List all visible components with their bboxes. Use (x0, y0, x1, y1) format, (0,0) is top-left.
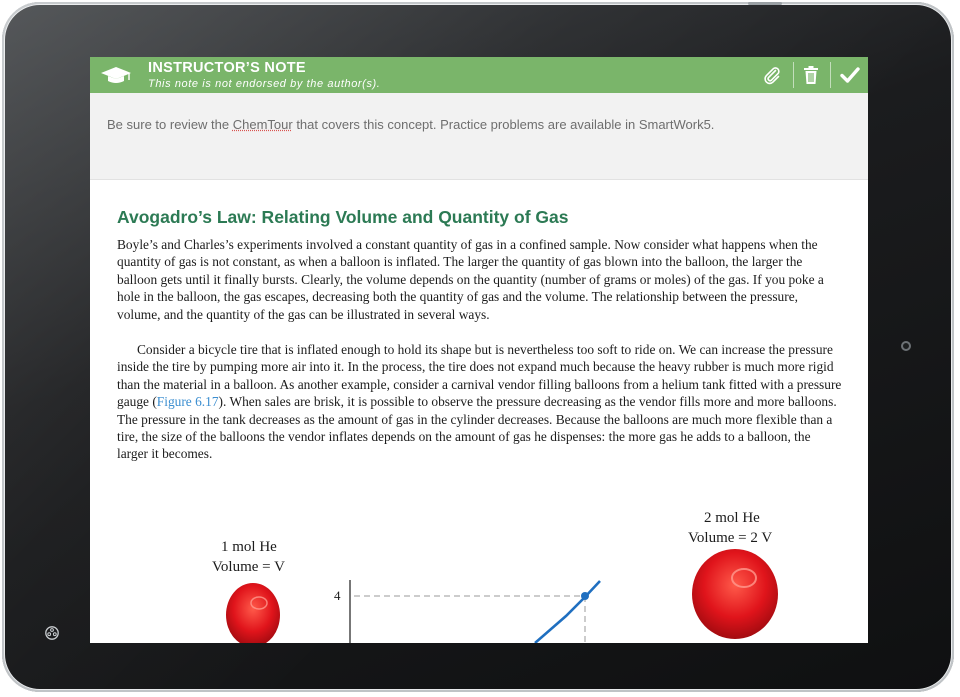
figure-6-17-link[interactable]: Figure 6.17 (157, 394, 219, 409)
screen: INSTRUCTOR’S NOTE This note is not endor… (90, 57, 868, 643)
note-text-part: that covers this concept. Practice probl… (292, 117, 715, 132)
left-moles-label: 1 mol He (221, 539, 277, 555)
volume-vs-moles-graph (349, 580, 601, 643)
camera-icon (901, 341, 911, 351)
chemtour-link[interactable]: ChemTour (233, 117, 293, 132)
note-text-part: Be sure to review the (107, 117, 233, 132)
paragraph-2-text: ). When sales are brisk, it is possible … (117, 394, 837, 462)
tablet-top-button (748, 2, 782, 5)
header-divider (830, 62, 831, 88)
data-point (581, 592, 589, 600)
paperclip-icon (764, 67, 780, 85)
y-axis-tick-label: 4 (334, 588, 341, 603)
attach-button[interactable] (758, 61, 786, 89)
note-title: INSTRUCTOR’S NOTE (148, 60, 306, 76)
delete-button[interactable] (797, 61, 825, 89)
small-balloon (226, 583, 280, 643)
trend-line (534, 580, 601, 643)
trash-icon (804, 66, 818, 84)
left-volume-label: Volume = V (212, 559, 285, 575)
note-subtitle: This note is not endorsed by the author(… (148, 78, 381, 90)
note-text: Be sure to review the ChemTour that cove… (107, 117, 714, 132)
instructor-note-header: INSTRUCTOR’S NOTE This note is not endor… (90, 57, 868, 93)
section-heading: Avogadro’s Law: Relating Volume and Quan… (117, 207, 569, 227)
instructor-note-body: Be sure to review the ChemTour that cove… (90, 93, 868, 180)
right-volume-label: Volume = 2 V (688, 530, 773, 546)
paragraph-1: Boyle’s and Charles’s experiments involv… (117, 237, 824, 322)
header-divider (793, 62, 794, 88)
home-button-icon[interactable] (44, 625, 60, 641)
confirm-button[interactable] (836, 61, 864, 89)
right-moles-label: 2 mol He (704, 510, 760, 526)
checkmark-icon (840, 67, 860, 83)
paragraph-2: Consider a bicycle tire that is inflated… (117, 341, 842, 463)
graduation-cap-icon (101, 67, 131, 83)
large-balloon (692, 549, 778, 639)
